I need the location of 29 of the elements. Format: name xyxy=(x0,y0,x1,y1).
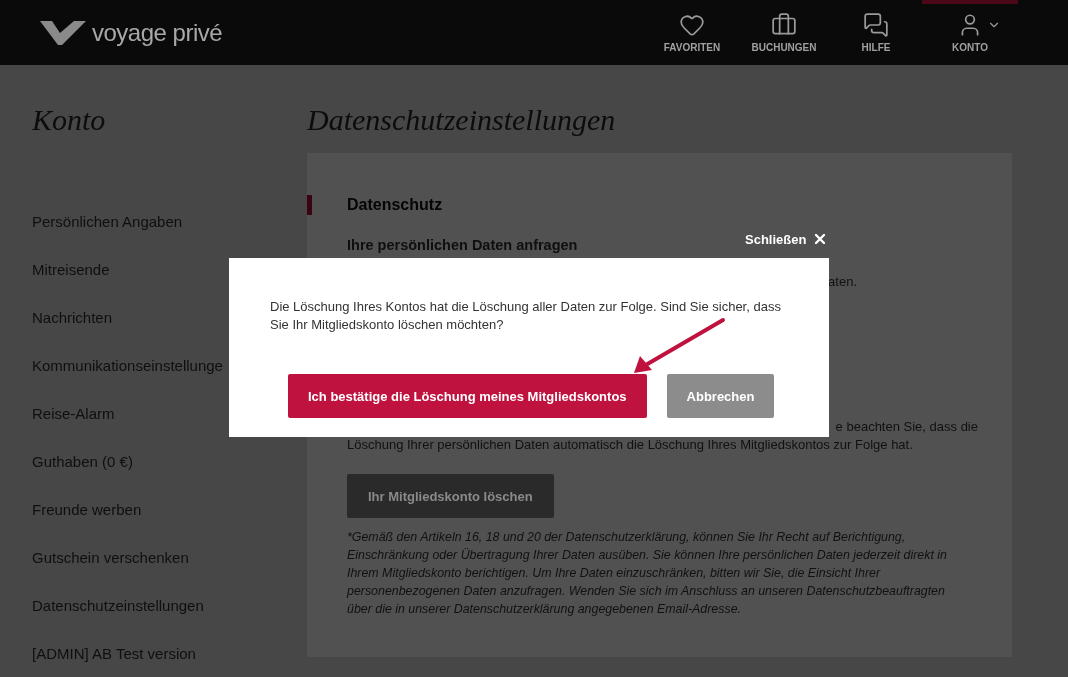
nav-item[interactable]: FAVORITEN xyxy=(646,0,738,65)
section-title: Datenschutz xyxy=(347,196,443,214)
sidebar-item[interactable]: [ADMIN] AB Test version xyxy=(32,630,307,677)
paragraph-text: Löschung Ihrer persönlichen Daten automatisch die Löschung Ihres Mitgliedskontos zur Folge hat. xyxy=(347,436,914,454)
sidebar-item[interactable]: Guthaben (0 €) xyxy=(32,438,307,486)
close-button[interactable]: Schließen xyxy=(745,231,829,247)
modal-message: Die Löschung Ihres Kontos hat die Löschung aller Daten zur Folge. Sind Sie sicher, dass Sie Ihr Mitgliedskonto löschen möchten? xyxy=(270,298,782,334)
cancel-button[interactable]: Abbrechen xyxy=(666,374,775,418)
confirm-button[interactable]: Ich bestätige die Löschung meines Mitgliedskontos xyxy=(288,374,647,418)
suitcase-icon xyxy=(771,12,797,38)
nav-item[interactable]: KONTO xyxy=(922,0,1018,65)
sidebar-item[interactable]: Datenschutzeinstellungen xyxy=(32,582,307,630)
subheading: Ihre persönlichen Daten anfragen xyxy=(347,237,578,253)
chat-icon xyxy=(863,12,889,38)
sidebar-item[interactable]: Freunde werben xyxy=(32,486,307,534)
logo-icon xyxy=(40,18,86,47)
sidebar-item[interactable]: Gutschein verschenken xyxy=(32,534,307,582)
nav-item[interactable]: BUCHUNGEN xyxy=(738,0,830,65)
paragraph-fragment: e beachten Sie, dass die xyxy=(835,418,978,436)
delete-account-button[interactable]: Ihr Mitgliedskonto löschen xyxy=(347,474,554,518)
heart-icon xyxy=(679,12,705,38)
logo-text: voyage privé xyxy=(92,18,223,47)
sidebar-title: Konto xyxy=(32,102,107,138)
nav-item[interactable]: HILFE xyxy=(830,0,922,65)
paragraph-fragment: aten. xyxy=(828,273,857,291)
page-title: Datenschutzeinstellungen xyxy=(307,102,617,138)
footnote-text: *Gemäß den Artikeln 16, 18 und 20 der Datenschutzerklärung, können Sie Ihr Recht auf Berichtigung, Einschränkung oder Übertragung Ihrer Daten ausüben. Sie können Ihre persönlichen Daten jederzeit direkt in Ihrem Mitgliedskonto berichtigen. Um Ihre Daten einzuschränken, bitten wir Sie, die Einsicht Ihrer personenbezogenen Daten anzufragen. Wenden Sie sich im Anschluss an unseren Datenschutzbeauftragten über die in unserer Datenschutzerklärung angegebenen Email-Adresse. xyxy=(347,529,948,618)
section-marker xyxy=(307,195,312,215)
sidebar-item[interactable]: Persönlichen Angaben xyxy=(32,198,307,246)
